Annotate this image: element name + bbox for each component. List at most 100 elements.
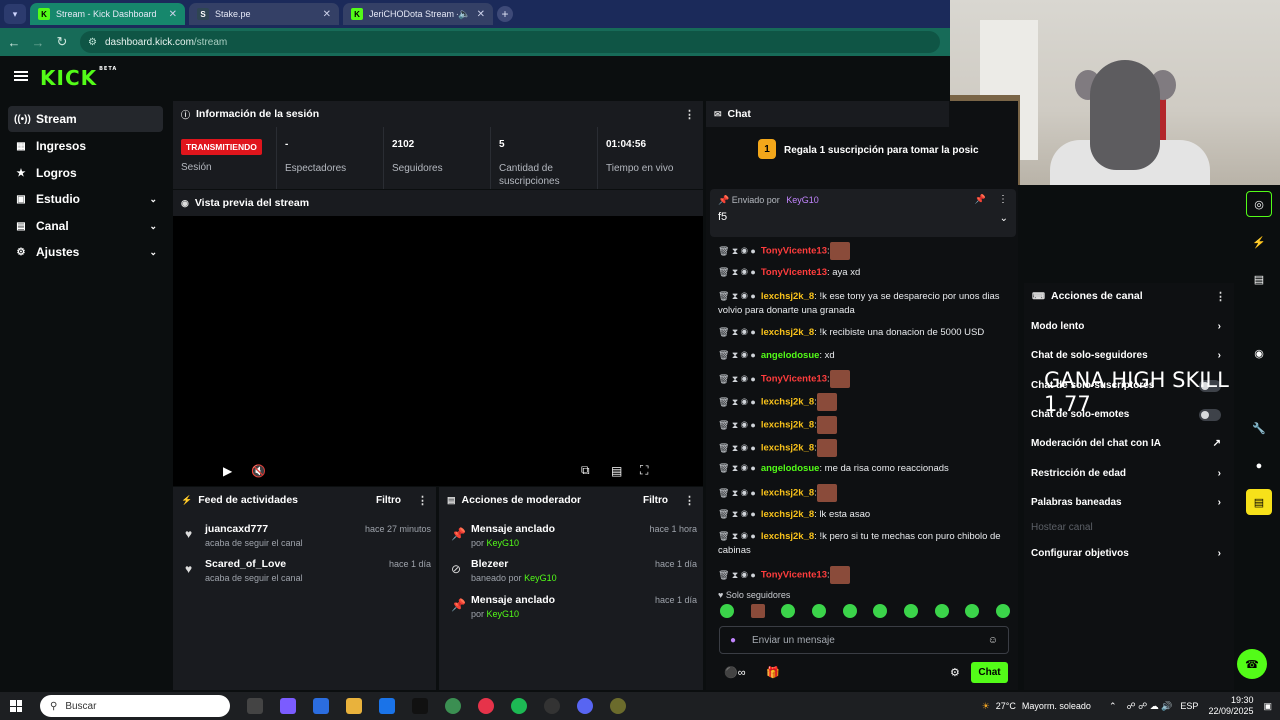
- chat-username[interactable]: TonyVicente13: [761, 570, 827, 581]
- filter-button[interactable]: Filtro: [376, 495, 401, 506]
- filter-button[interactable]: Filtro: [643, 495, 668, 506]
- spotify-icon[interactable]: [511, 698, 527, 714]
- emote-button[interactable]: [903, 604, 918, 618]
- mod-tools-icon[interactable]: 🗑 ⧗ ◉ ●: [718, 350, 756, 360]
- points-icon[interactable]: ⚫∞: [724, 666, 746, 679]
- chat-username[interactable]: lexchsj2k_8: [761, 488, 814, 499]
- support-chat-icon[interactable]: ☎: [1237, 649, 1267, 679]
- mod-user[interactable]: KeyG10: [487, 538, 520, 548]
- language-indicator[interactable]: ESP: [1180, 701, 1198, 711]
- rail-broadcast-icon[interactable]: ◉: [1246, 340, 1272, 366]
- chat-input[interactable]: ● Enviar un mensaje ☺: [719, 626, 1009, 654]
- mod-tools-icon[interactable]: 🗑 ⧗ ◉ ●: [718, 246, 756, 256]
- chat-username[interactable]: lexchsj2k_8: [761, 420, 814, 431]
- tab-search-button[interactable]: ▾: [4, 4, 26, 24]
- obs-icon[interactable]: [544, 698, 560, 714]
- sidebar-item-canal[interactable]: ▤ Canal ⌄: [8, 213, 163, 239]
- emote-button[interactable]: [995, 604, 1010, 618]
- file-explorer-icon[interactable]: [346, 698, 362, 714]
- url-field[interactable]: ⚙ dashboard.kick.com/stream: [80, 31, 940, 53]
- rail-lightning-icon[interactable]: ⚡: [1246, 229, 1272, 255]
- mod-tools-icon[interactable]: 🗑 ⧗ ◉ ●: [718, 420, 756, 430]
- mute-icon[interactable]: 🔇: [251, 464, 266, 478]
- video-player[interactable]: ▶ 🔇 ⧉ ▤ ⛶: [173, 216, 703, 486]
- pinned-user[interactable]: KeyG10: [786, 195, 819, 205]
- tiktok-icon[interactable]: [412, 698, 428, 714]
- pinned-message[interactable]: 📌 Enviado por KeyG10 f5 📌 ⋮ ⌄: [710, 189, 1016, 237]
- taskbar-search-input[interactable]: ⚲ Buscar: [40, 695, 230, 717]
- forward-arrow-icon[interactable]: →: [26, 35, 50, 50]
- chat-username[interactable]: lexchsj2k_8: [761, 397, 814, 408]
- sidebar-item-estudio[interactable]: ▣ Estudio ⌄: [8, 186, 163, 212]
- close-icon[interactable]: ✕: [477, 9, 485, 20]
- activity-user[interactable]: Scared_of_Love: [205, 558, 286, 570]
- chat-username[interactable]: angelodosue: [761, 350, 820, 361]
- tray-icons[interactable]: ☍ ☍ ☁ 🔊: [1126, 701, 1172, 712]
- unpin-icon[interactable]: 📌: [975, 194, 986, 205]
- windows-start-icon[interactable]: [10, 700, 22, 712]
- chat-username[interactable]: lexchsj2k_8: [761, 531, 814, 542]
- chevron-down-icon[interactable]: ⌄: [1000, 213, 1008, 224]
- more-options-icon[interactable]: ⋮: [684, 108, 695, 121]
- more-options-icon[interactable]: ⋮: [417, 494, 428, 507]
- outlook-icon[interactable]: [379, 698, 395, 714]
- chrome-icon[interactable]: [445, 698, 461, 714]
- new-tab-button[interactable]: +: [497, 6, 513, 22]
- more-options-icon[interactable]: ⋮: [684, 494, 695, 507]
- activity-user[interactable]: juancaxd777: [205, 523, 268, 535]
- sidebar-item-logros[interactable]: ★ Logros: [8, 160, 163, 186]
- rail-clapper-icon[interactable]: ▤: [1246, 489, 1272, 515]
- setting-ai-moderation[interactable]: Moderación del chat con IA ↗: [1031, 438, 1227, 449]
- setting-banned-words[interactable]: Palabras baneadas ›: [1031, 497, 1227, 508]
- emote-button[interactable]: [720, 604, 734, 618]
- sidebar-item-ingresos[interactable]: ▦ Ingresos: [8, 133, 163, 159]
- sub-gift-banner[interactable]: 1 Regala 1 suscripción para tomar la pos…: [706, 127, 1018, 173]
- chat-username[interactable]: TonyVicente13: [761, 374, 827, 385]
- mod-tools-icon[interactable]: 🗑 ⧗ ◉ ●: [718, 463, 756, 473]
- store-icon[interactable]: [313, 698, 329, 714]
- theater-mode-icon[interactable]: ▤: [611, 464, 622, 478]
- mod-tools-icon[interactable]: 🗑 ⧗ ◉ ●: [718, 374, 756, 384]
- emoji-icon[interactable]: ☺: [988, 635, 998, 646]
- mod-tools-icon[interactable]: 🗑 ⧗ ◉ ●: [718, 327, 756, 337]
- rail-users-icon[interactable]: ●: [1246, 453, 1272, 479]
- mod-tools-icon[interactable]: 🗑 ⧗ ◉ ●: [718, 570, 756, 580]
- setting-slow-mode[interactable]: Modo lento ›: [1031, 321, 1227, 332]
- back-arrow-icon[interactable]: ←: [2, 35, 26, 50]
- app-icon[interactable]: [610, 698, 626, 714]
- chat-username[interactable]: TonyVicente13: [761, 246, 827, 257]
- play-icon[interactable]: ▶: [223, 464, 232, 478]
- sidebar-item-stream[interactable]: ((•)) Stream: [8, 106, 163, 132]
- emote-button[interactable]: [873, 604, 888, 618]
- setting-followers-only[interactable]: Chat de solo-seguidores ›: [1031, 350, 1227, 361]
- browser-tab-stake[interactable]: S Stake.pe ✕: [189, 3, 339, 25]
- emote-button[interactable]: [842, 604, 857, 618]
- media-app-icon[interactable]: [478, 698, 494, 714]
- mod-tools-icon[interactable]: 🗑 ⧗ ◉ ●: [718, 291, 756, 301]
- reload-icon[interactable]: ↻: [50, 34, 74, 50]
- speaker-icon[interactable]: 🔈: [458, 9, 470, 20]
- emote-button[interactable]: [965, 604, 980, 618]
- more-options-icon[interactable]: ⋮: [998, 194, 1008, 205]
- notifications-icon[interactable]: ▣: [1263, 701, 1272, 712]
- chat-username[interactable]: TonyVicente13: [761, 267, 827, 278]
- rail-wrench-icon[interactable]: 🔧: [1246, 415, 1272, 441]
- emote-button[interactable]: [934, 604, 949, 618]
- chat-username[interactable]: lexchsj2k_8: [761, 327, 814, 338]
- setting-age-restriction[interactable]: Restricción de edad ›: [1031, 468, 1227, 479]
- close-icon[interactable]: ✕: [323, 9, 331, 20]
- mod-tools-icon[interactable]: 🗑 ⧗ ◉ ●: [718, 531, 756, 541]
- gift-icon[interactable]: 🎁: [766, 666, 780, 679]
- chat-username[interactable]: angelodosue: [761, 463, 820, 474]
- emote-button[interactable]: [750, 604, 765, 618]
- chat-username[interactable]: lexchsj2k_8: [761, 443, 814, 454]
- chat-username[interactable]: lexchsj2k_8: [761, 509, 814, 520]
- kick-logo[interactable]: KICK BETA: [40, 66, 117, 90]
- browser-tab-kick-watch[interactable]: K JeriCHODota Stream - Wat 🔈 ✕: [343, 3, 493, 25]
- chevron-up-icon[interactable]: ⌃: [1109, 701, 1117, 712]
- copilot-icon[interactable]: [280, 698, 296, 714]
- mod-user[interactable]: KeyG10: [487, 609, 520, 619]
- chat-username[interactable]: lexchsj2k_8: [761, 291, 814, 302]
- rail-document-icon[interactable]: ▤: [1246, 266, 1272, 292]
- emote-button[interactable]: [811, 604, 826, 618]
